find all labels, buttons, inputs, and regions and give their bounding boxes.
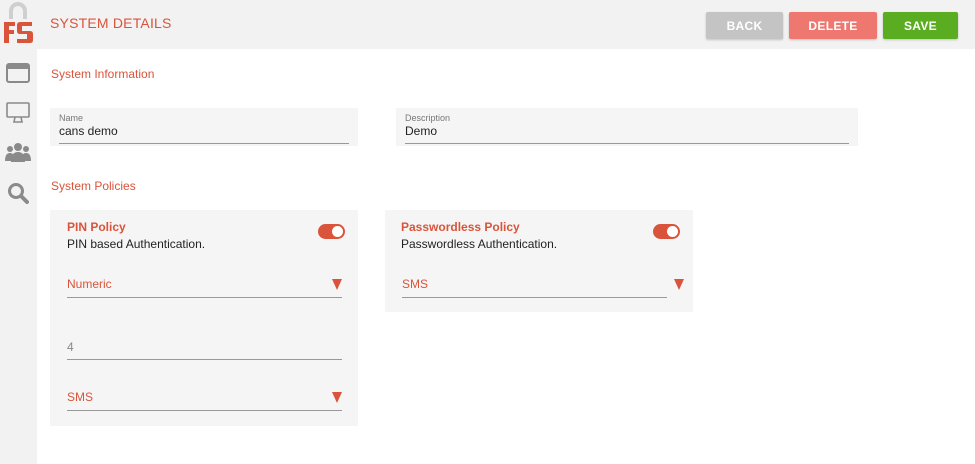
dropdown-arrow-icon <box>332 279 342 290</box>
passwordless-method-value: SMS <box>402 277 429 291</box>
pin-method-value: SMS <box>67 390 94 404</box>
select-underline <box>67 410 342 411</box>
back-button[interactable]: BACK <box>706 12 783 39</box>
pin-policy-description: PIN based Authentication. <box>67 237 206 251</box>
passwordless-method-select[interactable]: SMS <box>402 268 684 298</box>
window-icon[interactable] <box>5 61 31 85</box>
pin-length-value: 4 <box>67 340 74 354</box>
pin-policy-card: PIN Policy PIN based Authentication. Num… <box>50 210 358 426</box>
pin-type-value: Numeric <box>67 277 112 291</box>
delete-button[interactable]: DELETE <box>789 12 877 39</box>
page-title: SYSTEM DETAILS <box>50 15 172 31</box>
top-bar: SYSTEM DETAILS BACK DELETE SAVE <box>37 0 975 49</box>
toggle-knob <box>332 226 343 237</box>
dropdown-arrow-icon <box>674 279 684 290</box>
dropdown-arrow-icon <box>332 392 342 403</box>
description-value[interactable]: Demo <box>405 124 437 138</box>
users-icon[interactable] <box>5 140 31 164</box>
pin-type-select[interactable]: Numeric <box>67 268 342 298</box>
fs-logo-icon[interactable] <box>2 2 35 44</box>
save-button[interactable]: SAVE <box>883 12 958 39</box>
pin-policy-title: PIN Policy <box>67 220 126 234</box>
select-underline <box>67 297 342 298</box>
name-underline <box>59 143 349 144</box>
passwordless-policy-toggle[interactable] <box>653 224 680 239</box>
system-information-heading: System Information <box>51 67 155 81</box>
pin-policy-toggle[interactable] <box>318 224 345 239</box>
monitor-icon[interactable] <box>5 101 31 125</box>
description-label: Description <box>405 113 451 123</box>
select-underline <box>402 297 667 298</box>
input-underline <box>67 359 342 360</box>
passwordless-policy-description: Passwordless Authentication. <box>401 237 558 251</box>
toggle-knob <box>667 226 678 237</box>
description-underline <box>405 143 849 144</box>
name-value[interactable]: cans demo <box>59 124 118 138</box>
description-field[interactable]: Description Demo <box>396 108 858 146</box>
name-field[interactable]: Name cans demo <box>50 108 358 146</box>
passwordless-policy-card: Passwordless Policy Passwordless Authent… <box>385 210 693 312</box>
pin-length-input[interactable]: 4 <box>67 330 342 360</box>
system-policies-heading: System Policies <box>51 179 136 193</box>
passwordless-policy-title: Passwordless Policy <box>401 220 520 234</box>
name-label: Name <box>59 113 84 123</box>
sidebar <box>0 0 37 464</box>
pin-method-select[interactable]: SMS <box>67 381 342 411</box>
search-icon[interactable] <box>5 181 31 205</box>
